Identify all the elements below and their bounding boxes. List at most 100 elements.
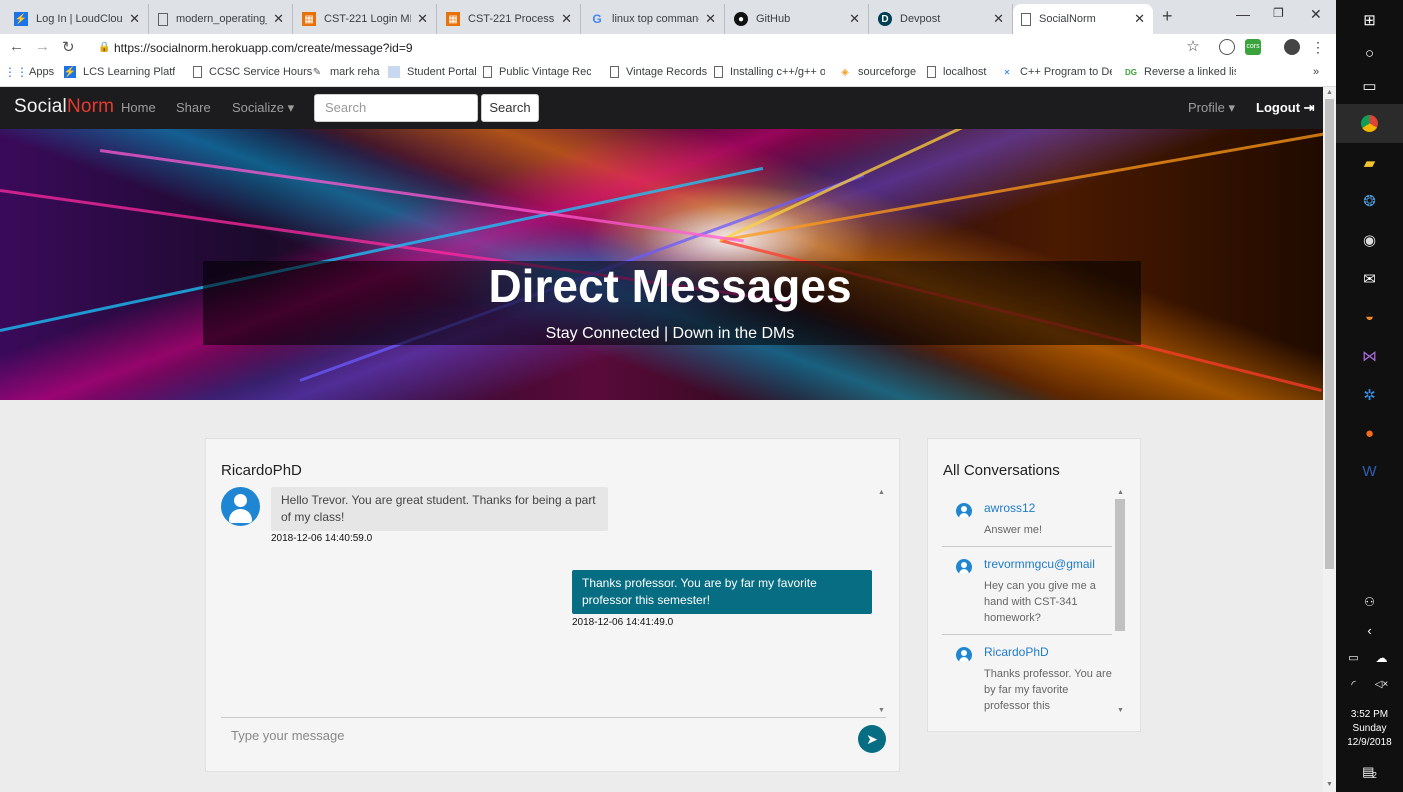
nav-home-link[interactable]: Home xyxy=(121,100,156,115)
address-bar: ← → ↻ 🔒 https://socialnorm.herokuapp.com… xyxy=(0,34,1336,61)
tab-cst221-process[interactable]: ▦ CST-221 Process List ✕ xyxy=(438,4,581,34)
conversations-title: All Conversations xyxy=(943,462,1060,479)
more-bookmarks-button[interactable]: » xyxy=(1313,66,1319,78)
scroll-down-icon[interactable]: ▼ xyxy=(1326,781,1333,788)
new-tab-button[interactable]: + xyxy=(1162,6,1173,27)
visual-studio-icon[interactable]: ⋈ xyxy=(1360,346,1379,365)
close-icon[interactable]: ✕ xyxy=(705,11,716,27)
bookmarks-bar: ⋮⋮ Apps ⚡ LCS Learning Platform CCSC Ser… xyxy=(0,61,1336,87)
bookmark-reverse-linked-list[interactable]: DG Reverse a linked list xyxy=(1125,66,1236,78)
bookmark-vintage-records[interactable]: Vintage Records xyxy=(610,66,707,78)
brand-logo[interactable]: SocialNorm xyxy=(14,96,114,118)
page-icon xyxy=(193,66,202,78)
bookmark-cpp-delete[interactable]: ✕ C++ Program to Dele xyxy=(1001,66,1112,78)
scrollbar-thumb[interactable] xyxy=(1115,499,1125,631)
people-icon[interactable]: ⚇ xyxy=(1360,592,1379,611)
back-icon[interactable]: ← xyxy=(9,38,24,55)
tab-socialnorm[interactable]: SocialNorm ✕ xyxy=(1013,4,1153,34)
bookmark-installing-cpp[interactable]: Installing c++/g++ o xyxy=(714,66,825,78)
tab-linux-top[interactable]: G linux top command ✕ xyxy=(582,4,725,34)
minimize-icon[interactable]: — xyxy=(1236,6,1250,22)
volume-muted-icon[interactable]: ◁× xyxy=(1372,675,1391,694)
conversation-item[interactable]: RicardoPhD Thanks professor. You are by … xyxy=(942,635,1112,717)
bookmark-mark-reha[interactable]: ✎ mark reha xyxy=(311,66,380,78)
send-button[interactable]: ➤ xyxy=(858,725,886,753)
scroll-down-icon[interactable]: ▼ xyxy=(878,707,885,714)
url-field[interactable]: 🔒 https://socialnorm.herokuapp.com/creat… xyxy=(90,37,1210,59)
notifications-icon[interactable]: ▤ 2 xyxy=(1360,762,1379,781)
mail-icon[interactable]: ✉ xyxy=(1360,269,1379,288)
lock-icon: 🔒 xyxy=(98,42,111,53)
close-icon[interactable]: ✕ xyxy=(273,11,284,27)
conversation-name[interactable]: trevormmgcu@gmail xyxy=(984,557,1112,571)
close-icon[interactable]: ✕ xyxy=(129,11,140,27)
bookmark-ccsc[interactable]: CCSC Service Hours xyxy=(193,66,312,78)
bookmark-sourceforge[interactable]: ◈ sourceforge xyxy=(839,66,916,78)
scroll-up-icon[interactable]: ▲ xyxy=(878,489,885,496)
conversation-item[interactable]: awross12 Answer me! xyxy=(942,491,1112,547)
close-icon[interactable]: ✕ xyxy=(1134,11,1145,27)
input-divider xyxy=(221,717,886,718)
onedrive-icon[interactable]: ☁ xyxy=(1372,648,1391,667)
site-search-input[interactable]: Search xyxy=(314,94,478,122)
bookmark-localhost[interactable]: localhost xyxy=(927,66,986,78)
site-search-button[interactable]: Search xyxy=(481,94,539,122)
scroll-down-icon[interactable]: ▼ xyxy=(1117,707,1124,714)
tab-modern-operating[interactable]: modern_operating_s ✕ xyxy=(150,4,293,34)
close-icon[interactable]: ✕ xyxy=(849,11,860,27)
word-icon[interactable]: W xyxy=(1360,462,1379,481)
close-icon[interactable]: ✕ xyxy=(417,11,428,27)
conversation-item[interactable]: trevormmgcu@gmail Hey can you give me a … xyxy=(942,547,1112,635)
nav-socialize-dropdown[interactable]: Socialize ▾ xyxy=(232,100,294,116)
bookmark-apps[interactable]: ⋮⋮ Apps xyxy=(4,65,54,79)
forward-icon[interactable]: → xyxy=(35,38,50,55)
extension-icon[interactable] xyxy=(1219,39,1235,55)
app-icon[interactable]: ❂ xyxy=(1360,191,1379,210)
github-desktop-icon[interactable]: ◉ xyxy=(1360,230,1379,249)
close-icon[interactable]: ✕ xyxy=(561,11,572,27)
file-explorer-icon[interactable]: ▰ xyxy=(1360,153,1379,172)
reload-icon[interactable]: ↻ xyxy=(62,38,75,56)
message-list: Hello Trevor. You are great student. Tha… xyxy=(221,485,886,715)
scroll-up-icon[interactable]: ▲ xyxy=(1117,489,1124,496)
page-scrollbar-thumb[interactable] xyxy=(1325,99,1334,569)
close-icon[interactable]: ✕ xyxy=(993,11,1004,27)
eclipse-icon[interactable]: ◒ xyxy=(1360,307,1379,326)
cortana-icon[interactable]: ○ xyxy=(1360,44,1379,63)
menu-kebab-icon[interactable]: ⋮ xyxy=(1310,39,1326,55)
tab-cst221-mfa[interactable]: ▦ CST-221 Login MFA ✕ xyxy=(294,4,437,34)
task-view-icon[interactable]: ▭ xyxy=(1360,76,1379,95)
tab-devpost[interactable]: D Devpost ✕ xyxy=(870,4,1013,34)
taskbar-clock[interactable]: 3:52 PM Sunday 12/9/2018 xyxy=(1336,708,1403,750)
windows-start-icon[interactable]: ⊞ xyxy=(1360,10,1379,29)
bookmark-public-vintage[interactable]: Public Vintage Record xyxy=(483,66,591,78)
tab-loudcloud[interactable]: ⚡ Log In | LoudCloud S ✕ xyxy=(6,4,149,34)
profile-avatar-icon[interactable] xyxy=(1284,39,1300,55)
conversation-name[interactable]: RicardoPhD xyxy=(984,645,1112,659)
message-list-scrollbar[interactable]: ▲ ▼ xyxy=(875,489,887,717)
conversation-list-scrollbar[interactable]: ▲ ▼ xyxy=(1114,489,1126,717)
window-close-icon[interactable]: ✕ xyxy=(1310,6,1322,23)
nav-share-link[interactable]: Share xyxy=(176,100,211,115)
tab-github[interactable]: ● GitHub ✕ xyxy=(726,4,869,34)
message-input[interactable]: Type your message xyxy=(231,728,344,743)
app-icon[interactable]: ✲ xyxy=(1360,385,1379,404)
logout-button[interactable]: Logout ⇥ xyxy=(1256,100,1315,116)
wifi-icon[interactable]: ◜ xyxy=(1344,675,1363,694)
star-icon[interactable]: ☆ xyxy=(1185,39,1201,55)
chrome-icon[interactable] xyxy=(1360,114,1379,133)
nav-profile-dropdown[interactable]: Profile ▾ xyxy=(1188,100,1235,116)
conversation-preview: Answer me! xyxy=(984,524,1043,536)
loudcloud-icon: ⚡ xyxy=(63,66,77,78)
cors-extension-icon[interactable]: cors xyxy=(1245,39,1261,55)
battery-icon[interactable]: ▭ xyxy=(1344,648,1363,667)
bookmark-student-portal[interactable]: Student Portal xyxy=(388,66,477,78)
conversation-name[interactable]: awross12 xyxy=(984,501,1112,515)
postman-icon[interactable]: ● xyxy=(1360,424,1379,443)
scroll-up-icon[interactable]: ▲ xyxy=(1326,89,1333,96)
page-scrollbar[interactable]: ▲ ▼ xyxy=(1323,87,1336,792)
dg-icon: DG xyxy=(1125,67,1137,77)
chevron-left-icon[interactable]: ‹ xyxy=(1360,621,1379,640)
restore-icon[interactable]: ❐ xyxy=(1273,6,1284,20)
bookmark-lcs[interactable]: ⚡ LCS Learning Platform xyxy=(64,66,175,78)
